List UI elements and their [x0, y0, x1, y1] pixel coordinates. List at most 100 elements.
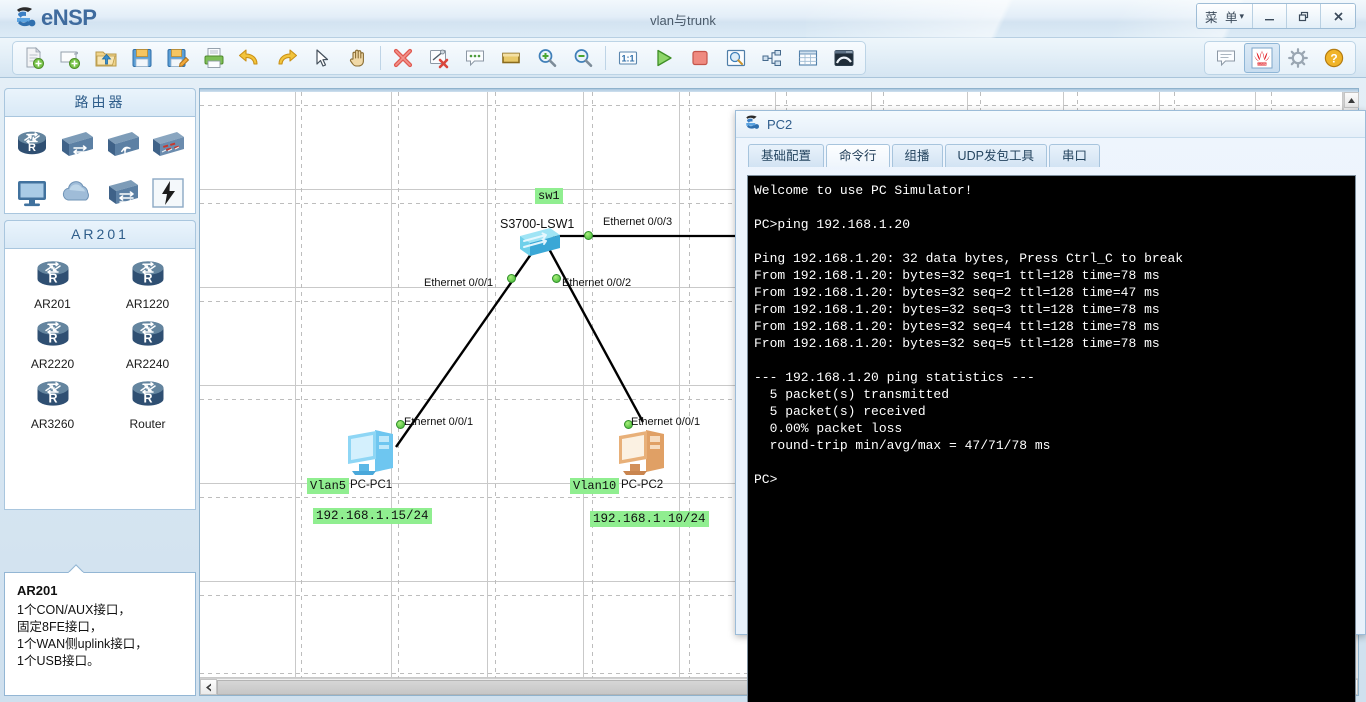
sidebar-category-header: 路由器 [4, 88, 196, 116]
minimize-button[interactable] [1253, 4, 1287, 28]
grid-button[interactable] [790, 43, 826, 73]
model-label: AR2240 [125, 357, 170, 371]
capture-icon [726, 49, 746, 67]
gear-icon [1288, 48, 1308, 68]
node-switch[interactable] [516, 224, 566, 269]
undo-icon [238, 49, 258, 65]
callout-arrow-icon [67, 564, 85, 573]
start-icon [657, 49, 672, 67]
device-type-router[interactable]: R [9, 123, 55, 167]
device-type-custom[interactable] [146, 171, 192, 215]
stop-icon [692, 50, 708, 66]
device-type-wlan[interactable] [100, 123, 146, 167]
node-tag-sw1: sw1 [535, 188, 563, 204]
router-icon: R [17, 131, 46, 155]
start-button[interactable] [646, 43, 682, 73]
toolbar-right-group: HUAWEI ? [1204, 41, 1356, 75]
redo-button[interactable] [268, 43, 304, 73]
restore-button[interactable] [1287, 4, 1321, 28]
redo-icon [278, 49, 298, 65]
endpoint-icon [17, 181, 46, 207]
minimize-icon [1265, 18, 1274, 20]
undo-button[interactable] [232, 43, 268, 73]
huawei-logo-button[interactable]: HUAWEI [1244, 43, 1280, 73]
terminal-output-area[interactable]: Welcome to use PC Simulator! PC>ping 192… [747, 175, 1356, 702]
wlan-icon [107, 132, 139, 156]
device-type-cloud[interactable] [55, 171, 101, 215]
link-endpoint-dot [552, 274, 561, 283]
print-button[interactable] [196, 43, 232, 73]
grid-icon [798, 50, 818, 66]
model-item-ar201[interactable]: R AR201 [5, 257, 100, 311]
device-type-lan-switch[interactable] [100, 171, 146, 215]
model-item-ar3260[interactable]: R AR3260 [5, 377, 100, 431]
tab-multicast[interactable]: 组播 [891, 144, 943, 167]
console-button[interactable] [826, 43, 862, 73]
device-type-firewall[interactable] [146, 123, 192, 167]
settings-button[interactable] [1280, 43, 1316, 73]
help-button[interactable]: ? [1316, 43, 1352, 73]
firewall-icon [153, 132, 185, 156]
save-button[interactable] [124, 43, 160, 73]
node-tag-vlan10: Vlan10 [570, 478, 620, 494]
router-icon: R [37, 321, 68, 346]
chat-button[interactable] [1208, 43, 1244, 73]
chevron-down-icon: ▾ [1239, 10, 1244, 21]
tab-basic-config[interactable]: 基础配置 [748, 144, 825, 167]
toolbar-separator-2 [605, 46, 606, 70]
sidebar-model-header: AR201 [4, 220, 196, 248]
chat-icon [1217, 50, 1235, 67]
close-button[interactable] [1321, 4, 1355, 28]
svg-text:HUAWEI: HUAWEI [1257, 62, 1268, 66]
model-item-ar1220[interactable]: R AR1220 [100, 257, 195, 311]
svg-text:1:1: 1:1 [621, 54, 634, 64]
zoom-out-button[interactable] [565, 43, 601, 73]
topology-tree-icon [762, 50, 781, 66]
iface-label-e003: Ethernet 0/0/3 [603, 216, 673, 228]
description-line: 1个WAN侧uplink接口， [17, 637, 148, 651]
select-pointer-button[interactable] [304, 43, 340, 73]
close-icon [1333, 11, 1343, 21]
pan-hand-button[interactable] [340, 43, 376, 73]
svg-text:?: ? [1330, 52, 1337, 66]
capture-button[interactable] [718, 43, 754, 73]
stop-button[interactable] [682, 43, 718, 73]
node-label-pc2: PC-PC2 [621, 479, 664, 491]
topology-tree-button[interactable] [754, 43, 790, 73]
scroll-left-button[interactable] [200, 679, 217, 695]
tab-udp-tool[interactable]: UDP发包工具 [944, 144, 1047, 167]
model-item-ar2220[interactable]: R AR2220 [5, 317, 100, 371]
window-controls: 菜 单 ▾ [1195, 3, 1356, 29]
tab-serial-port[interactable]: 串口 [1048, 144, 1100, 167]
delete-link-icon [430, 49, 449, 69]
model-label: AR201 [34, 297, 71, 311]
device-type-switch[interactable] [55, 123, 101, 167]
open-button[interactable] [88, 43, 124, 73]
zoom-reset-button[interactable]: 1:1 [610, 43, 646, 73]
node-pc1[interactable] [343, 424, 403, 485]
menu-button[interactable]: 菜 单 ▾ [1196, 4, 1253, 28]
new-topology-button[interactable] [16, 43, 52, 73]
iface-label-e002: Ethernet 0/0/2 [562, 277, 632, 289]
model-item-router[interactable]: R Router [100, 377, 195, 431]
note-button[interactable] [457, 43, 493, 73]
toolbar-left-group: 1:1 [12, 41, 866, 75]
node-pc2[interactable] [614, 424, 674, 485]
open-folder-icon [95, 51, 117, 67]
zoom-in-button[interactable] [529, 43, 565, 73]
delete-link-button[interactable] [421, 43, 457, 73]
pan-hand-icon [349, 49, 364, 67]
new-device-button[interactable] [52, 43, 88, 73]
help-icon: ? [1324, 48, 1344, 68]
tab-command-line[interactable]: 命令行 [826, 144, 890, 167]
model-item-ar2240[interactable]: R AR2240 [100, 317, 195, 371]
rectangle-button[interactable] [493, 43, 529, 73]
device-model-grid: R AR201 R AR1220 R AR2220 R AR2240 R AR3… [5, 249, 195, 549]
device-type-endpoint[interactable] [9, 171, 55, 215]
scroll-up-button[interactable] [1344, 92, 1359, 108]
svg-text:R: R [48, 392, 57, 406]
delete-button[interactable] [385, 43, 421, 73]
pc-window-titlebar: PC2 [736, 111, 1365, 138]
save-as-button[interactable] [160, 43, 196, 73]
new-topology-icon [26, 47, 44, 69]
